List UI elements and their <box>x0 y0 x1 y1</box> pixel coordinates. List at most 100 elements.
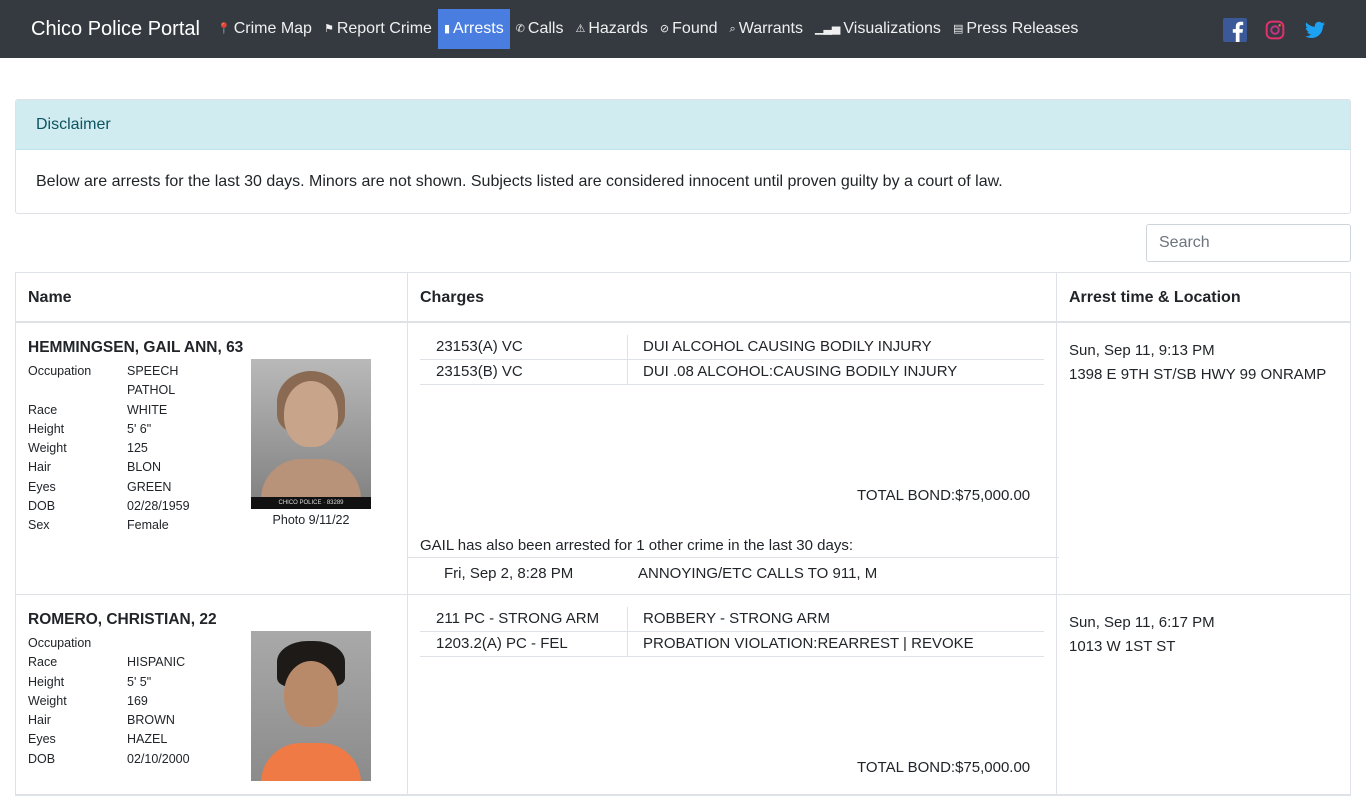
charge-code: 23153(A) VC <box>420 335 628 359</box>
charges-cell: 211 PC - STRONG ARM ROBBERY - STRONG ARM … <box>408 595 1057 794</box>
other-arrest-desc: ANNOYING/ETC CALLS TO 911, M <box>638 565 878 582</box>
charge-row: 1203.2(A) PC - FEL PROBATION VIOLATION:RE… <box>420 632 1044 657</box>
compass-icon: ⊘ <box>659 22 670 35</box>
charge-row: 23153(A) VC DUI ALCOHOL CAUSING BODILY IN… <box>420 335 1044 360</box>
attr-label: DOB <box>28 499 56 514</box>
arrest-location: 1398 E 9TH ST/SB HWY 99 ONRAMP <box>1069 366 1327 383</box>
person-name: HEMMINGSEN, GAIL ANN, 63 <box>28 339 244 356</box>
arrest-location: 1013 W 1ST ST <box>1069 638 1176 655</box>
charge-desc: PROBATION VIOLATION:REARREST | REVOKE <box>643 635 974 652</box>
twitter-icon[interactable] <box>1303 18 1327 42</box>
attr-value: SPEECH PATHOL <box>127 364 179 398</box>
brand-title[interactable]: Chico Police Portal <box>31 17 200 41</box>
nav-warrants[interactable]: ⌕ Warrants <box>724 9 809 49</box>
attr-label: Occupation <box>28 364 92 378</box>
attr-label: Weight <box>28 441 67 456</box>
arrests-table: Name Charges Arrest time & Location HEMM… <box>15 272 1351 796</box>
charge-code: 1203.2(A) PC - FEL <box>420 632 628 656</box>
map-marker-icon: 📍 <box>217 22 231 35</box>
attr-value: BLON <box>127 460 162 475</box>
nav-label: Press Releases <box>966 20 1079 37</box>
attr-value: 169 <box>127 693 148 708</box>
attr-value: 125 <box>127 441 148 456</box>
attr-label: Eyes <box>28 479 56 494</box>
disclaimer-title: Disclaimer <box>16 100 1350 150</box>
navbar: Chico Police Portal 📍 Crime Map ⚑ Report C… <box>0 0 1366 58</box>
photo-caption: Photo 9/11/22 <box>272 513 350 527</box>
attr-value <box>127 634 227 653</box>
arrest-time: Sun, Sep 11, 9:13 PM <box>1069 342 1215 359</box>
nav-found[interactable]: ⊘ Found <box>654 9 724 49</box>
attr-value: WHITE <box>127 402 168 417</box>
attr-value: 02/28/1959 <box>127 499 190 514</box>
facebook-icon[interactable] <box>1223 18 1247 42</box>
charge-code: 23153(B) VC <box>420 360 628 384</box>
nav-visualizations[interactable]: ▁▃▅ Visualizations <box>809 9 947 49</box>
person-cell: HEMMINGSEN, GAIL ANN, 63 Occupation SPEEC… <box>16 323 408 594</box>
other-arrest-row: Fri, Sep 2, 8:28 PM ANNOYING/ETC CALLS T… <box>408 557 1059 595</box>
arrest-time-location: Sun, Sep 11, 6:17 PM 1013 W 1ST ST <box>1069 611 1215 659</box>
mugshot-photo[interactable]: CHICO POLICE · 83289 <box>251 359 371 509</box>
attr-value: HISPANIC <box>127 655 186 670</box>
attr-value: 5' 6" <box>127 421 152 436</box>
photo-id-strip: CHICO POLICE · 83289 <box>251 497 371 509</box>
attr-label: Race <box>28 402 58 417</box>
nav-hazards[interactable]: ⚠ Hazards <box>569 9 653 49</box>
attr-label: Eyes <box>28 732 56 747</box>
charge-code: 211 PC - STRONG ARM <box>420 607 628 631</box>
charge-desc: DUI .08 ALCOHOL:CAUSING BODILY INJURY <box>643 363 958 380</box>
warning-icon: ⚠ <box>575 22 586 35</box>
main-nav: 📍 Crime Map ⚑ Report Crime ▮ Arrests ✆ Calls… <box>211 9 1084 49</box>
nav-label: Arrests <box>453 20 504 37</box>
attr-value: GREEN <box>127 479 172 494</box>
arrest-time-location: Sun, Sep 11, 9:13 PM 1398 E 9TH ST/SB HW… <box>1069 339 1326 387</box>
instagram-icon[interactable] <box>1263 18 1287 42</box>
search-icon: ⌕ <box>729 22 736 35</box>
mugshot-photo[interactable] <box>251 631 371 781</box>
table-row: ROMERO, CHRISTIAN, 22 Occupation Race HIS… <box>16 595 1350 795</box>
photo-face <box>284 661 338 727</box>
attr-label: DOB <box>28 751 56 766</box>
photo-body <box>261 743 361 781</box>
search-input[interactable] <box>1146 224 1351 262</box>
nav-calls[interactable]: ✆ Calls <box>510 9 570 49</box>
table-row: HEMMINGSEN, GAIL ANN, 63 Occupation SPEEC… <box>16 323 1350 595</box>
chart-icon: ▁▃▅ <box>815 22 841 35</box>
nav-label: Warrants <box>738 20 803 37</box>
person-cell: ROMERO, CHRISTIAN, 22 Occupation Race HIS… <box>16 595 408 794</box>
charges-list: 211 PC - STRONG ARM ROBBERY - STRONG ARM … <box>420 607 1044 657</box>
photo-face <box>284 381 338 447</box>
nav-label: Calls <box>527 20 564 37</box>
disclaimer-card: Disclaimer Below are arrests for the las… <box>15 99 1351 214</box>
person-name: ROMERO, CHRISTIAN, 22 <box>28 611 217 628</box>
attr-label: Height <box>28 674 65 689</box>
nav-arrests[interactable]: ▮ Arrests <box>437 9 510 49</box>
nav-label: Report Crime <box>336 20 432 37</box>
arrest-cell: Sun, Sep 11, 6:17 PM 1013 W 1ST ST <box>1057 595 1350 794</box>
other-arrest-date: Fri, Sep 2, 8:28 PM <box>444 565 574 582</box>
charges-list: 23153(A) VC DUI ALCOHOL CAUSING BODILY IN… <box>420 335 1044 385</box>
table-header: Name Charges Arrest time & Location <box>16 273 1350 323</box>
charge-row: 23153(B) VC DUI .08 ALCOHOL:CAUSING BODIL… <box>420 360 1044 385</box>
attr-label: Hair <box>28 460 51 475</box>
person-attributes: Occupation SPEECH PATHOL Race WHITE Height… <box>28 362 227 536</box>
attr-value: Female <box>127 518 169 533</box>
person-attributes: Occupation Race HISPANIC Height 5' 5" Weig… <box>28 634 227 769</box>
total-bond: TOTAL BOND:$75,000.00 <box>857 487 1031 504</box>
attr-label: Sex <box>28 518 50 533</box>
nav-label: Visualizations <box>843 20 941 37</box>
phone-icon: ✆ <box>515 22 525 35</box>
nav-label: Found <box>672 20 718 37</box>
header-name[interactable]: Name <box>16 273 408 321</box>
nav-press-releases[interactable]: ▤ Press Releases <box>947 9 1084 49</box>
attr-label: Hair <box>28 713 51 728</box>
newspaper-icon: ▤ <box>952 22 964 35</box>
charge-row: 211 PC - STRONG ARM ROBBERY - STRONG ARM <box>420 607 1044 632</box>
attr-value: BROWN <box>127 713 175 728</box>
nav-report-crime[interactable]: ⚑ Report Crime <box>318 9 438 49</box>
nav-crime-map[interactable]: 📍 Crime Map <box>211 9 318 49</box>
attr-value: 5' 5" <box>127 674 152 689</box>
header-charges[interactable]: Charges <box>408 273 1057 321</box>
header-arrest[interactable]: Arrest time & Location <box>1057 273 1350 321</box>
disclaimer-text: Below are arrests for the last 30 days. … <box>36 173 1003 190</box>
